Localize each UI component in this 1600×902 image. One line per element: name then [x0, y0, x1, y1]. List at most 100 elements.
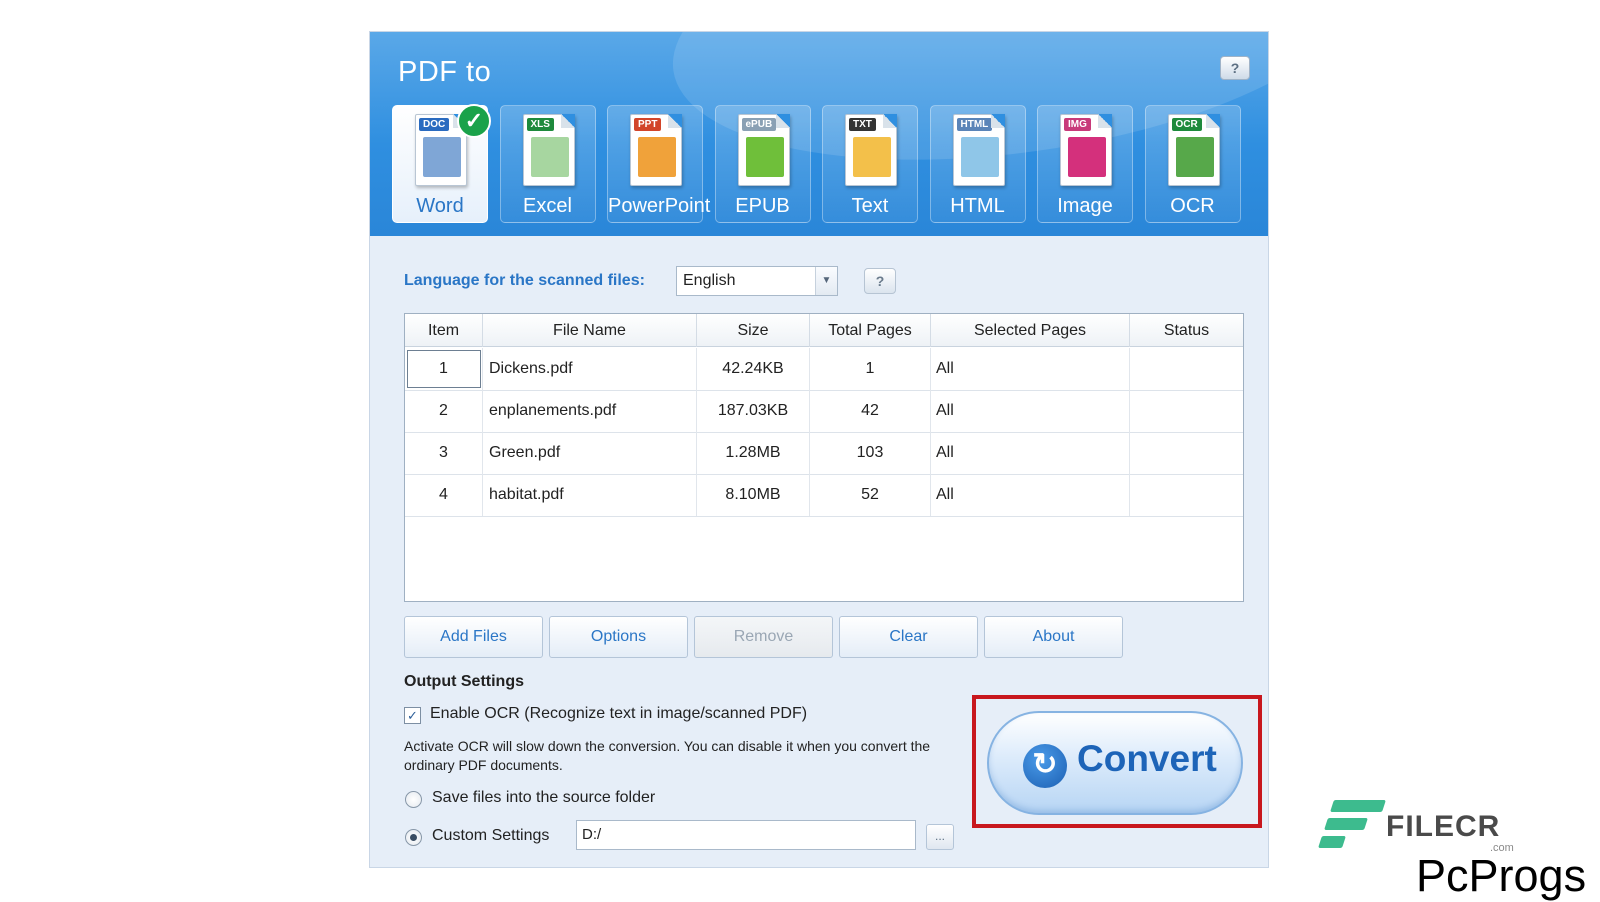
browse-button[interactable]: ... [926, 824, 954, 850]
format-button-html[interactable]: HTML HTML [929, 105, 1026, 223]
enable-ocr-checkbox[interactable]: ✓ [404, 707, 421, 724]
watermark-brand: FILECR [1386, 810, 1501, 843]
table-row[interactable]: 2 enplanements.pdf 187.03KB 42 All [405, 390, 1243, 433]
format-tag: TXT [849, 118, 876, 131]
item-cell: 2 [405, 390, 483, 432]
page-title: PDF to [398, 56, 492, 88]
format-thumbnail [1175, 137, 1214, 177]
size-cell: 8.10MB [697, 474, 810, 516]
watermark-site: PcProgs [1416, 850, 1587, 901]
file-table: Item File Name Size Total Pages Selected… [404, 313, 1244, 602]
selected-pages-cell: All [931, 348, 1130, 390]
ocr-file-icon: OCR [1167, 114, 1220, 186]
format-tag: ePUB [741, 118, 777, 131]
html-file-icon: HTML [952, 114, 1005, 186]
format-thumbnail [960, 137, 999, 177]
total-pages-cell: 52 [810, 474, 931, 516]
table-header: Item File Name Size Total Pages Selected… [405, 314, 1243, 347]
chevron-down-icon[interactable]: ▼ [815, 267, 837, 295]
column-header-selected-pages[interactable]: Selected Pages [931, 314, 1130, 347]
status-cell [1130, 390, 1243, 432]
epub-file-icon: ePUB [737, 114, 790, 186]
column-header-file-name[interactable]: File Name [483, 314, 697, 347]
format-thumbnail [853, 137, 891, 177]
column-header-total-pages[interactable]: Total Pages [810, 314, 931, 347]
size-cell: 187.03KB [697, 390, 810, 432]
file-name-cell: habitat.pdf [483, 474, 697, 516]
total-pages-cell: 1 [810, 348, 931, 390]
format-thumbnail [423, 137, 461, 177]
convert-button[interactable]: ↻ Convert [987, 711, 1243, 815]
format-thumbnail [530, 137, 569, 177]
format-toolbar: DOC Word ✓ XLS Excel PPT PowerPoint ePUB EPUB TXT… [392, 104, 1262, 225]
powerpoint-file-icon: PPT [630, 114, 682, 186]
language-value: English [683, 272, 736, 289]
format-button-epub[interactable]: ePUB EPUB [714, 105, 811, 223]
total-pages-cell: 103 [810, 432, 931, 474]
format-label: OCR [1170, 195, 1215, 217]
format-label: HTML [950, 195, 1005, 217]
format-label: EPUB [735, 195, 790, 217]
options-button[interactable]: Options [549, 616, 688, 658]
item-cell: 3 [405, 432, 483, 474]
language-help-button[interactable]: ? [864, 268, 896, 294]
file-name-cell: Green.pdf [483, 432, 697, 474]
format-label: PowerPoint [608, 195, 711, 217]
format-button-ocr[interactable]: OCR OCR [1144, 105, 1241, 223]
language-select[interactable]: English ▼ [676, 266, 838, 296]
clear-button[interactable]: Clear [839, 616, 978, 658]
custom-settings-label[interactable]: Custom Settings [432, 827, 549, 845]
format-button-image[interactable]: IMG Image [1037, 105, 1133, 223]
remove-button[interactable]: Remove [694, 616, 833, 658]
format-tag: HTML [956, 118, 993, 131]
table-row[interactable]: 1 Dickens.pdf 42.24KB 1 All [405, 348, 1243, 391]
text-file-icon: TXT [845, 114, 897, 186]
format-tag: IMG [1064, 118, 1091, 131]
custom-settings-radio[interactable] [405, 829, 422, 846]
ocr-note: Activate OCR will slow down the conversi… [404, 738, 931, 773]
size-cell: 1.28MB [697, 432, 810, 474]
format-label: Word [416, 195, 464, 217]
format-tag: XLS [526, 118, 554, 131]
save-source-radio[interactable] [405, 791, 422, 808]
format-label: Excel [523, 195, 572, 217]
column-header-status[interactable]: Status [1130, 314, 1243, 347]
format-thumbnail [638, 137, 676, 177]
table-row[interactable]: 3 Green.pdf 1.28MB 103 All [405, 432, 1243, 475]
format-tag: OCR [1171, 118, 1202, 131]
file-name-cell: Dickens.pdf [483, 348, 697, 390]
selected-pages-cell: All [931, 390, 1130, 432]
size-cell: 42.24KB [697, 348, 810, 390]
add-files-button[interactable]: Add Files [404, 616, 543, 658]
format-label: Text [851, 195, 889, 217]
convert-label: Convert [1077, 738, 1217, 779]
status-cell [1130, 348, 1243, 390]
item-cell: 4 [405, 474, 483, 516]
watermark: FILECR .com PcProgs [1318, 800, 1600, 901]
about-button[interactable]: About [984, 616, 1123, 658]
column-header-size[interactable]: Size [697, 314, 810, 347]
save-source-label[interactable]: Save files into the source folder [432, 789, 655, 807]
file-name-cell: enplanements.pdf [483, 390, 697, 432]
format-thumbnail [745, 137, 784, 177]
status-cell [1130, 474, 1243, 516]
help-button[interactable]: ? [1220, 56, 1250, 80]
format-tag: PPT [634, 118, 662, 131]
status-cell [1130, 432, 1243, 474]
app-window: PDF to ? DOC Word ✓ XLS Excel PPT PowerPoint eP… [369, 31, 1269, 868]
enable-ocr-label[interactable]: Enable OCR (Recognize text in image/scan… [430, 705, 807, 723]
language-label: Language for the scanned files: [404, 272, 645, 289]
output-path-input[interactable]: D:/ [576, 820, 916, 850]
image-file-icon: IMG [1060, 114, 1112, 186]
excel-file-icon: XLS [522, 114, 575, 186]
refresh-icon: ↻ [1023, 744, 1067, 788]
header: PDF to ? DOC Word ✓ XLS Excel PPT PowerPoint eP… [370, 32, 1268, 236]
format-button-text[interactable]: TXT Text [822, 105, 918, 223]
table-row[interactable]: 4 habitat.pdf 8.10MB 52 All [405, 474, 1243, 517]
column-header-item[interactable]: Item [405, 314, 483, 347]
format-button-word[interactable]: DOC Word ✓ [392, 104, 491, 223]
format-thumbnail [1068, 137, 1106, 177]
item-cell: 1 [405, 348, 483, 390]
format-button-excel[interactable]: XLS Excel [499, 105, 596, 223]
format-button-powerpoint[interactable]: PPT PowerPoint [607, 105, 711, 223]
